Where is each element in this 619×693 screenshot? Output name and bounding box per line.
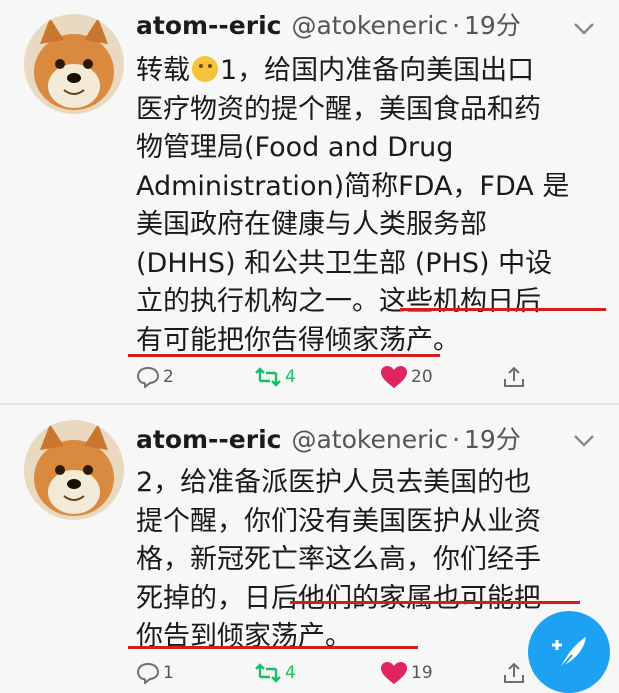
- reply-icon: [136, 366, 160, 388]
- tweet-line: 2，给准备派医护人员去美国的也: [136, 467, 532, 498]
- shiba-avatar-image: [24, 420, 124, 520]
- tweet-line: 美国政府在健康与人类服务部: [136, 209, 487, 240]
- like-button[interactable]: 19: [380, 658, 433, 688]
- tweet-text: 转载 1，给国内准备向美国出口 医疗物资的提个醒，美国食品和药 物管理局(Food…: [136, 52, 606, 360]
- red-underline: [128, 646, 418, 649]
- retweet-button[interactable]: 4: [254, 658, 296, 688]
- dot-separator: ·: [452, 11, 461, 40]
- share-icon: [504, 662, 524, 683]
- like-count: 19: [411, 663, 433, 683]
- like-count: 20: [411, 367, 433, 387]
- reply-icon: [136, 662, 160, 684]
- red-underline: [290, 601, 580, 604]
- tweet-header: atom--eric @atokeneric · 19分: [136, 422, 521, 458]
- tweet-2[interactable]: atom--eric @atokeneric · 19分 2，给准备派医护人员去美国的…: [0, 404, 619, 684]
- share-icon: [504, 366, 524, 387]
- author-name[interactable]: atom--eric: [136, 425, 281, 454]
- tweet-line: 医疗物资的提个醒，美国食品和药: [136, 93, 541, 125]
- tweet-line: Administration)简称FDA，FDA 是: [136, 170, 570, 202]
- share-button[interactable]: [502, 658, 529, 688]
- avatar[interactable]: [24, 420, 124, 520]
- compose-tweet-button[interactable]: [528, 611, 610, 693]
- chevron-down-icon[interactable]: [571, 430, 597, 450]
- tweet-line: 格，新冠死亡率这么高，你们经手: [136, 544, 541, 575]
- retweet-icon: [255, 663, 281, 683]
- compose-feather-icon: [552, 637, 586, 670]
- reply-count: 2: [163, 367, 174, 387]
- timestamp[interactable]: 19分: [464, 425, 521, 454]
- author-handle[interactable]: @atokeneric: [291, 11, 448, 40]
- author-handle[interactable]: @atokeneric: [291, 425, 448, 454]
- tweet-actions: 2 4 20: [136, 362, 606, 392]
- timestamp[interactable]: 19分: [464, 11, 521, 40]
- tweet-1[interactable]: atom--eric @atokeneric · 19分 转载 1，给国内准备向美国出口…: [0, 0, 619, 404]
- thinking-face-emoji-icon: [192, 56, 218, 82]
- heart-icon: [381, 662, 407, 684]
- reply-button[interactable]: 2: [136, 362, 174, 392]
- like-button[interactable]: 20: [380, 362, 433, 392]
- share-button[interactable]: [502, 362, 529, 392]
- tweet-line: 提个醒，你们没有美国医护从业资: [136, 505, 541, 537]
- tweet-line: 物管理局(Food and Drug: [136, 132, 454, 163]
- retweet-icon: [255, 367, 281, 387]
- tweet-line: 立的执行机构之一。这些机构日后: [136, 286, 541, 317]
- tweet-line: (DHHS) 和公共卫生部 (PHS) 中设: [136, 247, 553, 279]
- avatar[interactable]: [24, 14, 124, 114]
- retweet-count: 4: [285, 663, 296, 683]
- reply-button[interactable]: 1: [136, 658, 174, 688]
- tweet-header: atom--eric @atokeneric · 19分: [136, 8, 521, 44]
- chevron-down-icon[interactable]: [571, 18, 597, 38]
- red-underline: [128, 354, 440, 357]
- reply-count: 1: [163, 663, 174, 683]
- retweet-button[interactable]: 4: [254, 362, 296, 392]
- heart-icon: [381, 366, 407, 388]
- author-name[interactable]: atom--eric: [136, 11, 281, 40]
- tweet-line: 死掉的，日后他们的家属也可能把: [136, 582, 541, 614]
- retweet-count: 4: [285, 367, 296, 387]
- shiba-avatar-image: [24, 14, 124, 114]
- red-underline: [400, 308, 606, 311]
- tweet-line: 转载 1，给国内准备向美国出口: [136, 55, 535, 86]
- dot-separator: ·: [452, 425, 461, 454]
